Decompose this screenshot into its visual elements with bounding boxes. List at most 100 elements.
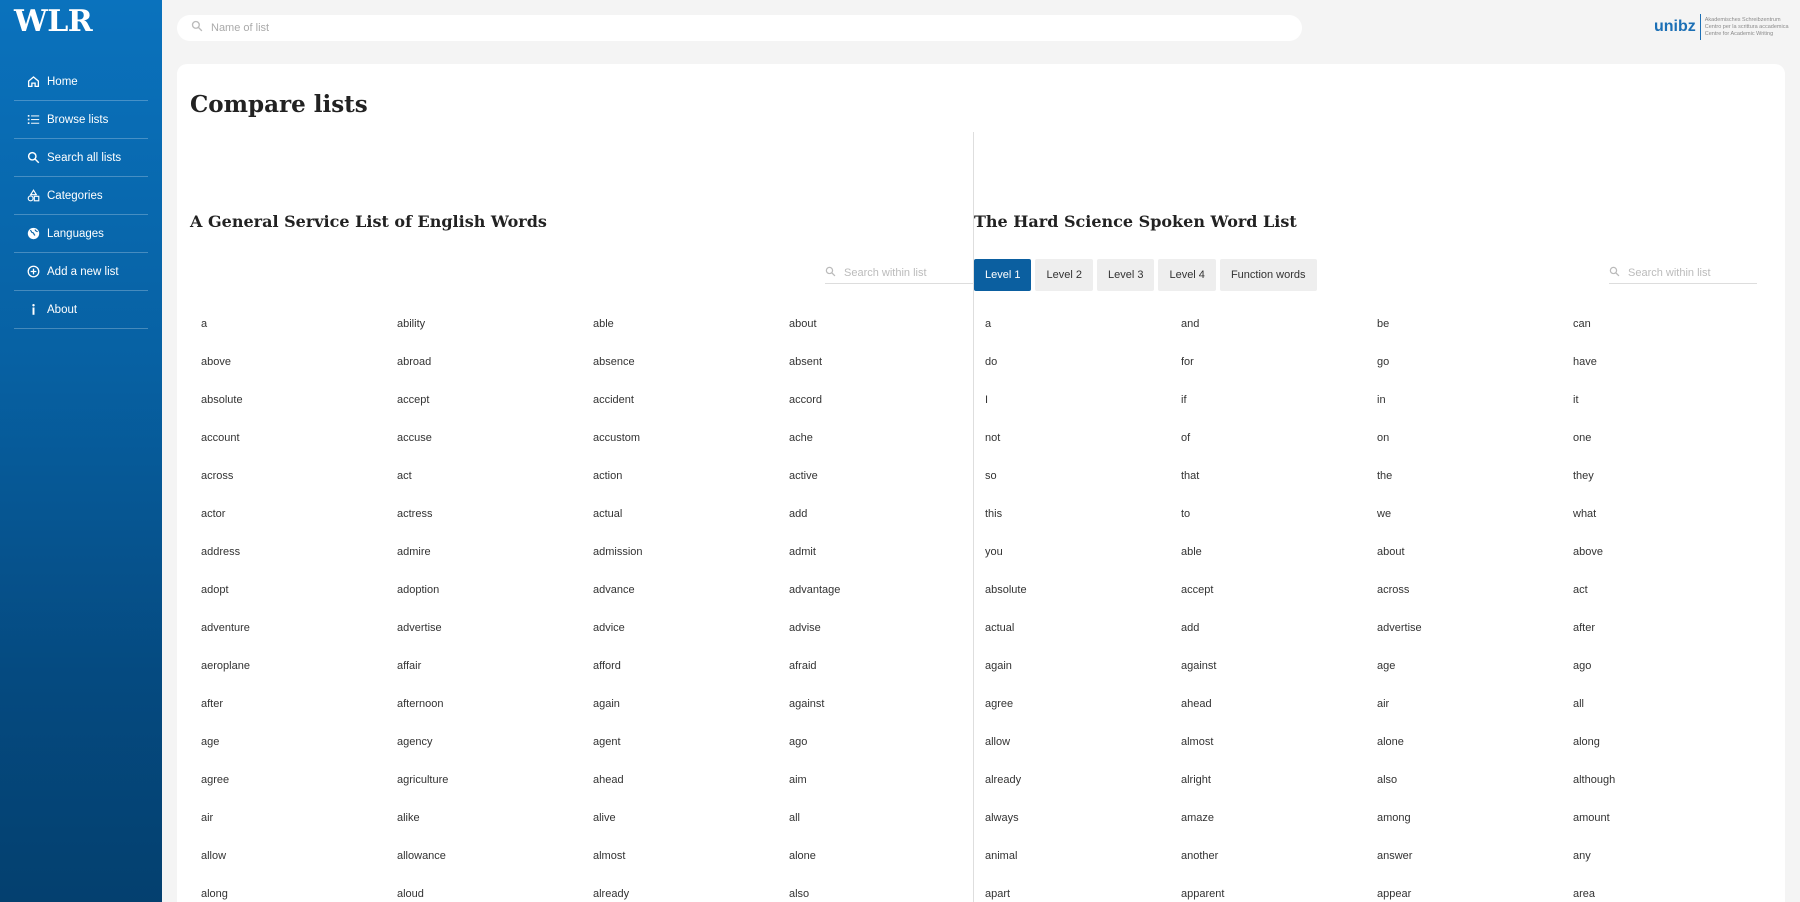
word-item[interactable]: of: [1181, 431, 1377, 469]
word-item[interactable]: across: [201, 469, 397, 507]
word-item[interactable]: allow: [201, 849, 397, 887]
word-item[interactable]: accept: [1181, 583, 1377, 621]
word-item[interactable]: ago: [789, 735, 985, 773]
word-item[interactable]: a: [201, 317, 397, 355]
word-item[interactable]: amaze: [1181, 811, 1377, 849]
word-item[interactable]: that: [1181, 469, 1377, 507]
word-item[interactable]: about: [1377, 545, 1573, 583]
word-item[interactable]: admission: [593, 545, 789, 583]
word-item[interactable]: afraid: [789, 659, 985, 697]
word-item[interactable]: advise: [789, 621, 985, 659]
word-item[interactable]: above: [201, 355, 397, 393]
sidebar-item-about[interactable]: About: [14, 291, 148, 329]
word-item[interactable]: ache: [789, 431, 985, 469]
word-item[interactable]: advance: [593, 583, 789, 621]
word-item[interactable]: you: [985, 545, 1181, 583]
word-item[interactable]: afford: [593, 659, 789, 697]
word-item[interactable]: already: [985, 773, 1181, 811]
word-item[interactable]: absence: [593, 355, 789, 393]
word-item[interactable]: among: [1377, 811, 1573, 849]
word-item[interactable]: agree: [201, 773, 397, 811]
sidebar-item-languages[interactable]: Languages: [14, 215, 148, 253]
word-item[interactable]: area: [1573, 887, 1769, 902]
word-item[interactable]: again: [985, 659, 1181, 697]
left-list-search-input[interactable]: [844, 266, 964, 279]
word-item[interactable]: alone: [789, 849, 985, 887]
word-item[interactable]: already: [593, 887, 789, 902]
word-item[interactable]: can: [1573, 317, 1769, 355]
word-item[interactable]: in: [1377, 393, 1573, 431]
word-item[interactable]: against: [789, 697, 985, 735]
word-item[interactable]: appear: [1377, 887, 1573, 902]
word-item[interactable]: account: [201, 431, 397, 469]
word-item[interactable]: what: [1573, 507, 1769, 545]
word-item[interactable]: ahead: [1181, 697, 1377, 735]
word-item[interactable]: a: [985, 317, 1181, 355]
word-item[interactable]: after: [1573, 621, 1769, 659]
word-item[interactable]: able: [593, 317, 789, 355]
word-item[interactable]: not: [985, 431, 1181, 469]
tab-function-words[interactable]: Function words: [1219, 259, 1317, 291]
word-item[interactable]: any: [1573, 849, 1769, 887]
word-item[interactable]: adventure: [201, 621, 397, 659]
word-item[interactable]: act: [1573, 583, 1769, 621]
word-item[interactable]: go: [1377, 355, 1573, 393]
word-item[interactable]: it: [1573, 393, 1769, 431]
word-item[interactable]: one: [1573, 431, 1769, 469]
word-item[interactable]: the: [1377, 469, 1573, 507]
word-item[interactable]: again: [593, 697, 789, 735]
right-list-search-input[interactable]: [1628, 266, 1748, 279]
tab-level-1[interactable]: Level 1: [974, 259, 1032, 291]
sidebar-item-categories[interactable]: Categories: [14, 177, 148, 215]
word-item[interactable]: agent: [593, 735, 789, 773]
word-item[interactable]: action: [593, 469, 789, 507]
word-item[interactable]: along: [1573, 735, 1769, 773]
word-item[interactable]: we: [1377, 507, 1573, 545]
word-item[interactable]: afternoon: [397, 697, 593, 735]
word-item[interactable]: ahead: [593, 773, 789, 811]
word-item[interactable]: ability: [397, 317, 593, 355]
word-item[interactable]: actress: [397, 507, 593, 545]
word-item[interactable]: adopt: [201, 583, 397, 621]
word-item[interactable]: about: [789, 317, 985, 355]
word-item[interactable]: all: [789, 811, 985, 849]
word-item[interactable]: allowance: [397, 849, 593, 887]
word-item[interactable]: accustom: [593, 431, 789, 469]
word-item[interactable]: admit: [789, 545, 985, 583]
word-item[interactable]: accident: [593, 393, 789, 431]
word-item[interactable]: adoption: [397, 583, 593, 621]
word-item[interactable]: advertise: [1377, 621, 1573, 659]
word-item[interactable]: abroad: [397, 355, 593, 393]
word-item[interactable]: do: [985, 355, 1181, 393]
word-item[interactable]: and: [1181, 317, 1377, 355]
tab-level-2[interactable]: Level 2: [1035, 259, 1093, 291]
word-item[interactable]: agency: [397, 735, 593, 773]
word-item[interactable]: air: [201, 811, 397, 849]
word-item[interactable]: across: [1377, 583, 1573, 621]
word-item[interactable]: aloud: [397, 887, 593, 902]
word-item[interactable]: age: [201, 735, 397, 773]
word-item[interactable]: absent: [789, 355, 985, 393]
word-item[interactable]: on: [1377, 431, 1573, 469]
word-item[interactable]: amount: [1573, 811, 1769, 849]
word-item[interactable]: also: [1377, 773, 1573, 811]
word-item[interactable]: agree: [985, 697, 1181, 735]
word-item[interactable]: agriculture: [397, 773, 593, 811]
word-item[interactable]: apart: [985, 887, 1181, 902]
app-logo[interactable]: WLR: [14, 4, 93, 39]
word-item[interactable]: above: [1573, 545, 1769, 583]
word-item[interactable]: after: [201, 697, 397, 735]
tab-level-4[interactable]: Level 4: [1158, 259, 1216, 291]
word-item[interactable]: absolute: [201, 393, 397, 431]
word-item[interactable]: aeroplane: [201, 659, 397, 697]
word-item[interactable]: I: [985, 393, 1181, 431]
word-item[interactable]: accept: [397, 393, 593, 431]
word-item[interactable]: affair: [397, 659, 593, 697]
word-item[interactable]: this: [985, 507, 1181, 545]
word-item[interactable]: if: [1181, 393, 1377, 431]
word-item[interactable]: age: [1377, 659, 1573, 697]
word-item[interactable]: another: [1181, 849, 1377, 887]
word-item[interactable]: actual: [985, 621, 1181, 659]
word-item[interactable]: advantage: [789, 583, 985, 621]
word-item[interactable]: air: [1377, 697, 1573, 735]
